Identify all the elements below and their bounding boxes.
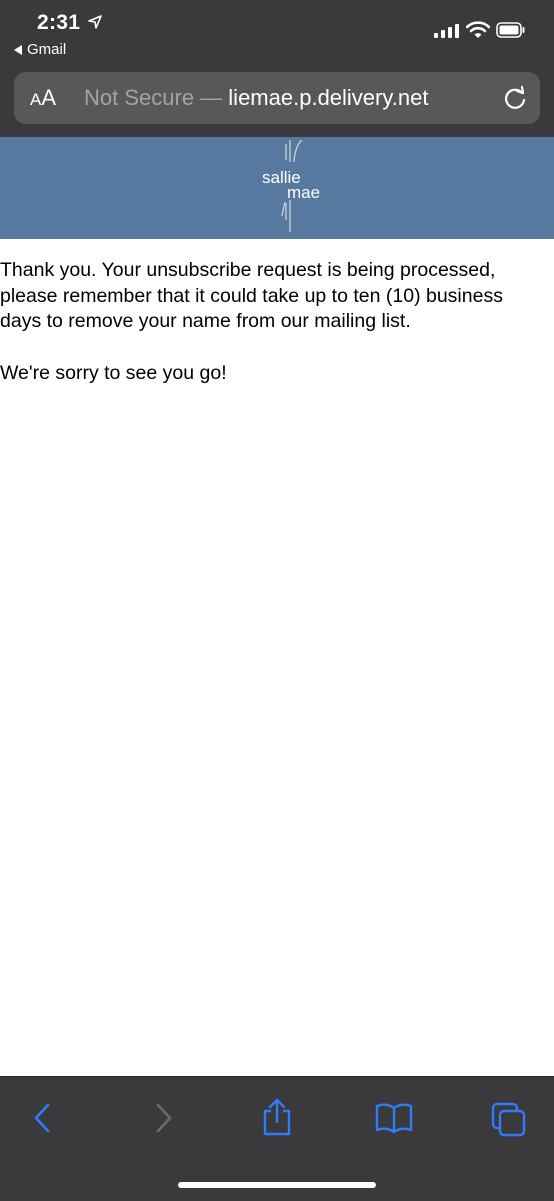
tabs-icon[interactable]: [490, 1101, 528, 1137]
home-indicator[interactable]: [178, 1182, 376, 1188]
url-separator: —: [194, 85, 229, 110]
forward-icon[interactable]: [150, 1101, 176, 1135]
security-label: Not Secure: [84, 85, 195, 110]
status-time: 2:31: [37, 11, 81, 34]
unsubscribe-message: Thank you. Your unsubscribe request is b…: [0, 259, 503, 333]
url-text[interactable]: Not Secure — liemae.p.delivery.net: [84, 85, 428, 111]
page-content: Thank you. Your unsubscribe request is b…: [0, 258, 548, 387]
location-arrow-icon: [88, 15, 102, 29]
url-host: liemae.p.delivery.net: [228, 85, 429, 110]
address-bar[interactable]: AA Not Secure — liemae.p.delivery.net: [14, 72, 540, 124]
wifi-icon: [466, 21, 490, 38]
logo-word-mae: mae: [287, 183, 321, 202]
text-size-button[interactable]: AA: [30, 85, 56, 113]
back-triangle-icon: [14, 44, 22, 55]
cellular-signal-icon: [434, 24, 459, 38]
back-app-label: Gmail: [27, 41, 67, 58]
browser-top-chrome: 2:31 Gmail AA Not Secure — liemae.p.deli…: [0, 0, 554, 137]
reload-icon[interactable]: [502, 85, 528, 111]
share-icon[interactable]: [259, 1097, 295, 1137]
back-icon[interactable]: [30, 1101, 56, 1135]
bookmarks-icon[interactable]: [374, 1101, 414, 1135]
farewell-message: We're sorry to see you go!: [0, 362, 227, 385]
battery-icon: [496, 22, 525, 38]
sallie-mae-logo: sallie mae: [256, 140, 320, 235]
back-to-app-button[interactable]: Gmail: [14, 41, 66, 58]
